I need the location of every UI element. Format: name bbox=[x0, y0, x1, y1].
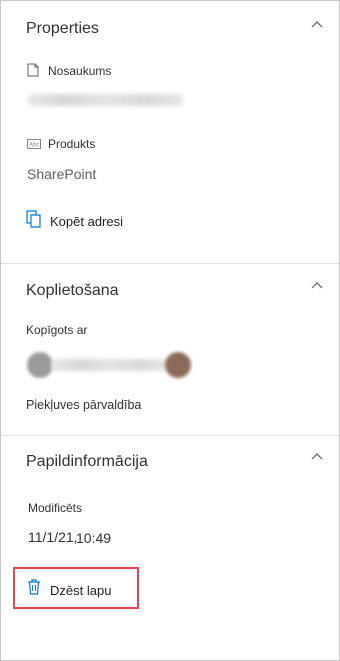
sharing-section-title: Koplietošana bbox=[26, 282, 119, 299]
section-divider bbox=[1, 435, 339, 436]
text-field-icon: Abc bbox=[27, 139, 41, 149]
access-management-link[interactable]: Piekļuves pārvaldība bbox=[26, 398, 141, 412]
properties-panel: Properties Nosaukums Abc Produkts ShareP… bbox=[0, 0, 340, 661]
modified-label: Modificēts bbox=[28, 501, 83, 515]
avatar[interactable] bbox=[27, 352, 53, 378]
section-divider bbox=[1, 263, 339, 264]
shared-with-label: Kopīgots ar bbox=[26, 323, 88, 337]
copy-address-button[interactable]: Kopēt adresi bbox=[50, 214, 123, 229]
details-section-title: Papildinformācija bbox=[26, 453, 148, 470]
product-value: SharePoint bbox=[27, 166, 97, 182]
svg-text:Abc: Abc bbox=[29, 143, 39, 149]
name-label: Nosaukums bbox=[48, 64, 112, 78]
product-label: Produkts bbox=[48, 137, 96, 151]
shared-users-redacted bbox=[51, 359, 169, 371]
modified-time: 10:49 bbox=[76, 530, 112, 546]
document-icon bbox=[27, 63, 39, 77]
modified-date: 11/1/21, bbox=[28, 529, 78, 545]
chevron-up-icon[interactable] bbox=[311, 451, 323, 463]
chevron-up-icon[interactable] bbox=[311, 280, 323, 292]
highlight-box bbox=[13, 567, 139, 609]
avatar[interactable] bbox=[165, 352, 191, 378]
properties-section-title: Properties bbox=[26, 20, 99, 37]
chevron-up-icon[interactable] bbox=[311, 19, 323, 31]
page-name-value-redacted bbox=[27, 94, 183, 106]
copy-icon bbox=[26, 210, 41, 228]
